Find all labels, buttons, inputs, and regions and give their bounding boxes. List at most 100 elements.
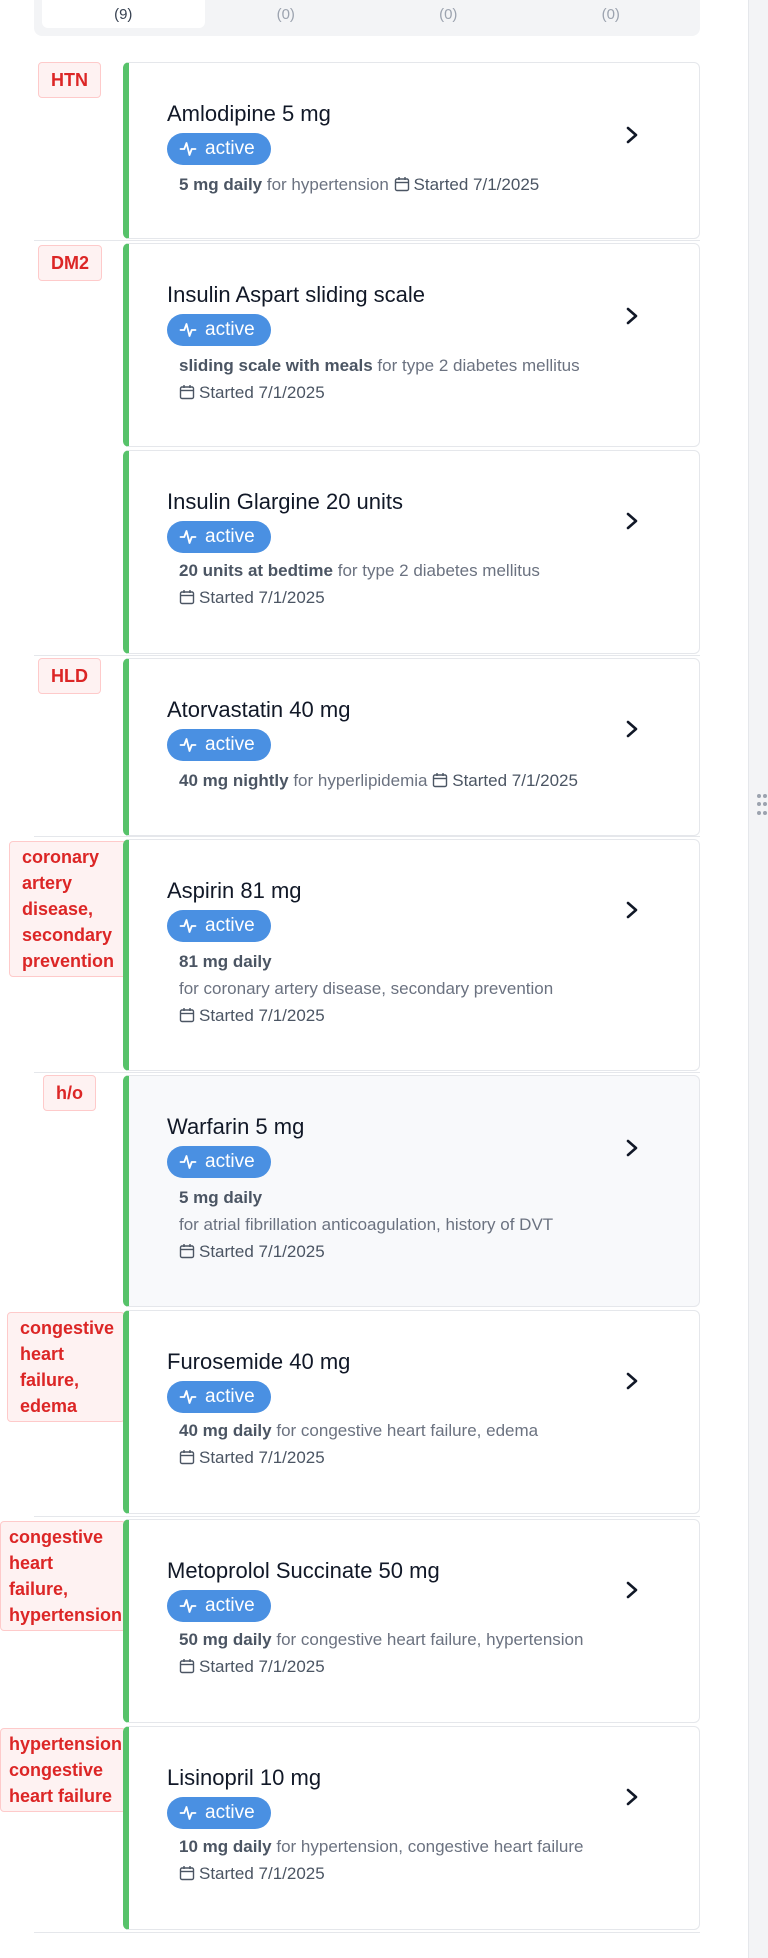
indication-text: for congestive heart failure, edema <box>276 1421 539 1440</box>
start-date: Started 7/1/2025 <box>199 1448 325 1467</box>
tab-4[interactable]: (0) <box>530 0 693 28</box>
chevron-right-icon[interactable] <box>625 1371 639 1391</box>
problem-tag: HTN <box>38 62 101 98</box>
medication-name: Metoprolol Succinate 50 mg <box>167 1558 440 1583</box>
chevron-right-icon[interactable] <box>625 306 639 326</box>
dose-text: 5 mg daily <box>179 1188 263 1207</box>
chevron-right-icon[interactable] <box>625 1787 639 1807</box>
medication-card[interactable]: Insulin Aspart sliding scale active slid… <box>123 243 700 447</box>
status-badge: active <box>167 729 271 761</box>
start-date: Started 7/1/2025 <box>199 1006 325 1025</box>
calendar-icon <box>179 590 195 605</box>
indication-text: for type 2 diabetes mellitus <box>337 561 540 580</box>
medication-details: 10 mg daily for hypertension, congestive… <box>179 1837 583 1857</box>
filter-tabs: (9) (0) (0) (0) <box>34 0 700 36</box>
medication-name: Warfarin 5 mg <box>167 1114 305 1139</box>
problem-tag: coronary artery disease, secondary preve… <box>9 841 127 977</box>
status-badge: active <box>167 1590 271 1622</box>
medication-card[interactable]: Insulin Glargine 20 units active 20 unit… <box>123 450 700 654</box>
activity-icon <box>179 142 197 156</box>
dose-text: 81 mg daily <box>179 952 272 971</box>
tab-2[interactable]: (0) <box>205 0 368 28</box>
tab-3[interactable]: (0) <box>367 0 530 28</box>
dose-text: 20 units at bedtime <box>179 561 333 580</box>
resize-grip-icon[interactable] <box>757 794 767 816</box>
activity-icon <box>179 738 197 752</box>
calendar-icon <box>179 385 195 400</box>
medication-details: 20 units at bedtime for type 2 diabetes … <box>179 561 540 581</box>
indication-line: for coronary artery disease, secondary p… <box>179 979 553 999</box>
medication-row: DM2 Insulin Aspart sliding scale active … <box>34 240 700 448</box>
dose-text: sliding scale with meals <box>179 356 373 375</box>
medication-details: 5 mg daily <box>179 1188 262 1208</box>
problem-tag: congestive heart failure, hypertension <box>0 1521 126 1631</box>
start-date-line: Started 7/1/2025 <box>179 1006 325 1026</box>
start-date: Started 7/1/2025 <box>452 771 578 790</box>
medication-row: congestive heart failure, hypertension M… <box>0 1516 700 1724</box>
chevron-right-icon[interactable] <box>625 900 639 920</box>
medication-row: Insulin Glargine 20 units active 20 unit… <box>34 448 700 654</box>
chevron-right-icon[interactable] <box>625 125 639 145</box>
right-panel-gutter <box>748 0 768 1958</box>
chevron-right-icon[interactable] <box>625 1580 639 1600</box>
start-date: Started 7/1/2025 <box>199 383 325 402</box>
status-badge: active <box>167 910 271 942</box>
status-badge: active <box>167 1381 271 1413</box>
tab-all[interactable]: (9) <box>42 0 205 28</box>
medication-card[interactable]: Furosemide 40 mg active 40 mg daily for … <box>123 1310 700 1514</box>
list-divider <box>34 1932 700 1933</box>
medication-details: 5 mg daily for hypertension Started 7/1/… <box>179 175 539 195</box>
medication-card[interactable]: Amlodipine 5 mg active 5 mg daily for hy… <box>123 62 700 239</box>
dose-text: 40 mg nightly <box>179 771 289 790</box>
problem-tag: DM2 <box>38 245 103 281</box>
medication-name: Furosemide 40 mg <box>167 1349 351 1374</box>
problem-tag: congestive heart failure, edema <box>7 1312 125 1422</box>
medication-name: Amlodipine 5 mg <box>167 101 331 126</box>
activity-icon <box>179 1599 197 1613</box>
start-date: Started 7/1/2025 <box>199 1657 325 1676</box>
medication-name: Lisinopril 10 mg <box>167 1765 322 1790</box>
indication-text: for hypertension, congestive heart failu… <box>276 1837 584 1856</box>
dose-text: 50 mg daily <box>179 1630 272 1649</box>
medication-details: 40 mg nightly for hyperlipidemia Started… <box>179 771 578 791</box>
problem-tag: h/o <box>43 1075 96 1111</box>
status-badge: active <box>167 1146 271 1178</box>
start-date-line: Started 7/1/2025 <box>179 1448 325 1468</box>
activity-icon <box>179 919 197 933</box>
activity-icon <box>179 1806 197 1820</box>
medication-row: h/o Warfarin 5 mg active 5 mg daily for … <box>34 1072 700 1307</box>
medication-card[interactable]: Aspirin 81 mg active 81 mg daily for cor… <box>123 839 700 1071</box>
medication-row: hypertension, congestive heart failure L… <box>0 1724 700 1932</box>
medication-card[interactable]: Atorvastatin 40 mg active 40 mg nightly … <box>123 658 700 836</box>
status-badge: active <box>167 1797 271 1829</box>
medication-card[interactable]: Lisinopril 10 mg active 10 mg daily for … <box>123 1726 700 1930</box>
problem-tag: hypertension, congestive heart failure <box>0 1728 126 1812</box>
medication-row: congestive heart failure, edema Furosemi… <box>7 1308 700 1514</box>
dose-text: 5 mg daily <box>179 175 263 194</box>
medication-card[interactable]: Warfarin 5 mg active 5 mg daily for atri… <box>123 1075 700 1307</box>
indication-text: for type 2 diabetes mellitus <box>377 356 580 375</box>
status-badge: active <box>167 521 271 553</box>
activity-icon <box>179 1155 197 1169</box>
dose-text: 40 mg daily <box>179 1421 272 1440</box>
indication-text: for congestive heart failure, hypertensi… <box>276 1630 584 1649</box>
medication-name: Insulin Glargine 20 units <box>167 489 404 514</box>
medication-row: HTN Amlodipine 5 mg active 5 mg daily fo… <box>34 58 700 239</box>
medication-name: Aspirin 81 mg <box>167 878 302 903</box>
calendar-icon <box>179 1659 195 1674</box>
medication-card[interactable]: Metoprolol Succinate 50 mg active 50 mg … <box>123 1519 700 1723</box>
start-date: Started 7/1/2025 <box>199 588 325 607</box>
start-date: Started 7/1/2025 <box>413 175 540 194</box>
activity-icon <box>179 1390 197 1404</box>
calendar-icon <box>179 1450 195 1465</box>
chevron-right-icon[interactable] <box>625 511 639 531</box>
start-date-line: Started 7/1/2025 <box>179 588 325 608</box>
dose-text: 10 mg daily <box>179 1837 272 1856</box>
medication-details: 81 mg daily <box>179 952 272 972</box>
medication-row: HLD Atorvastatin 40 mg active 40 mg nigh… <box>34 655 700 836</box>
start-date: Started 7/1/2025 <box>199 1864 325 1883</box>
chevron-right-icon[interactable] <box>625 1138 639 1158</box>
activity-icon <box>179 530 197 544</box>
medication-name: Atorvastatin 40 mg <box>167 697 351 722</box>
chevron-right-icon[interactable] <box>625 719 639 739</box>
